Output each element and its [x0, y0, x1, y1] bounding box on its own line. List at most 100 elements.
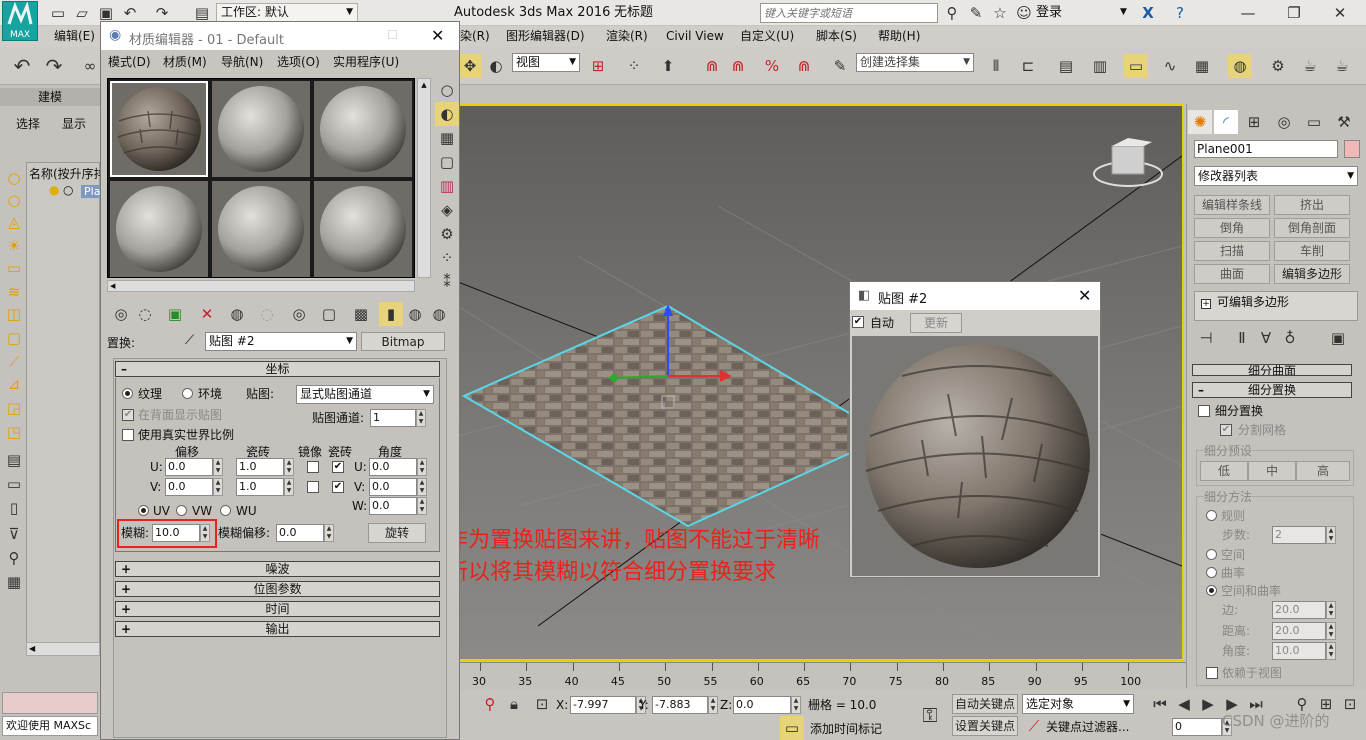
display-menu[interactable]: 显示: [62, 116, 86, 132]
get-material-icon[interactable]: ◎: [109, 302, 133, 326]
goto-start-icon[interactable]: ⏮: [1148, 692, 1172, 716]
me-menu-navigation[interactable]: 导航(N): [221, 54, 263, 70]
close-icon[interactable]: ✕: [431, 26, 444, 45]
material-nav-icon[interactable]: ⁑: [435, 270, 459, 294]
stack-item[interactable]: + 可编辑多边形: [1197, 294, 1355, 310]
v-offset-field[interactable]: 0.0: [165, 478, 213, 496]
v-tile-checkbox[interactable]: ✔: [332, 481, 344, 493]
align-icon[interactable]: ⊏: [1016, 54, 1040, 78]
material-editor-icon[interactable]: ◍: [1228, 54, 1252, 78]
display-xrefs-icon[interactable]: ◲: [2, 396, 26, 420]
close-icon[interactable]: ✕: [1328, 1, 1352, 25]
bevel-profile-button[interactable]: 倒角剖面: [1274, 218, 1350, 238]
star-icon[interactable]: ☆: [988, 1, 1012, 25]
set-key-button[interactable]: 设置关键点: [952, 716, 1018, 736]
display-tab-icon[interactable]: ▭: [1302, 110, 1326, 134]
key-filter-icon[interactable]: ⟋: [1022, 714, 1046, 738]
edit-named-sel-icon[interactable]: ✎: [828, 54, 852, 78]
u-tiling-spinner[interactable]: ▲ ▼: [284, 458, 294, 476]
show-shaded-icon[interactable]: ▢: [317, 302, 341, 326]
v-offset-spinner[interactable]: ▲ ▼: [213, 478, 223, 496]
v-tiling-spinner[interactable]: ▲ ▼: [284, 478, 294, 496]
show-end-result-icon[interactable]: Ⅱ: [1230, 326, 1254, 350]
edge-spinner[interactable]: ▲ ▼: [1326, 601, 1336, 619]
material-id-icon[interactable]: ◎: [287, 302, 311, 326]
u-angle-field[interactable]: 0.0: [369, 458, 417, 476]
bitmap-params-rollout[interactable]: + 位图参数: [115, 581, 440, 597]
display-helpers-icon[interactable]: ≋: [2, 280, 26, 304]
steps-field[interactable]: 2: [1272, 526, 1326, 544]
view-dropdown[interactable]: 视图 ▼: [512, 53, 580, 72]
layer-view-icon[interactable]: ▭: [2, 472, 26, 496]
blur-offset-spinner[interactable]: ▲ ▼: [324, 524, 334, 542]
minimize-icon[interactable]: —: [1236, 1, 1260, 25]
surface-button[interactable]: 曲面: [1194, 264, 1270, 284]
u-mirror-checkbox[interactable]: [307, 461, 319, 473]
show-end-result-icon[interactable]: ▮: [379, 302, 403, 326]
layer-icon[interactable]: ▤: [1054, 54, 1078, 78]
eyedropper-icon[interactable]: ⟋: [185, 333, 194, 348]
x-coord-field[interactable]: -7.997: [570, 696, 636, 714]
expand-icon[interactable]: +: [1201, 299, 1211, 309]
preset-low-button[interactable]: 低: [1200, 461, 1248, 481]
prev-frame-icon[interactable]: ◀: [1172, 692, 1196, 716]
workspace-dropdown[interactable]: 工作区: 默认 ▼: [216, 3, 358, 22]
extrude-button[interactable]: 挤出: [1274, 195, 1350, 215]
display-particles-icon[interactable]: ⊿: [2, 372, 26, 396]
distance-spinner[interactable]: ▲ ▼: [1326, 622, 1336, 640]
me-menu-utilities[interactable]: 实用程序(U): [333, 54, 399, 70]
render-icon[interactable]: ☕: [1330, 54, 1354, 78]
v-mirror-checkbox[interactable]: [307, 481, 319, 493]
subdiv-disp-checkbox[interactable]: [1198, 405, 1210, 417]
sweep-button[interactable]: 扫描: [1194, 241, 1270, 261]
link-icon[interactable]: ∞: [78, 54, 102, 78]
show-map-icon[interactable]: ▩: [349, 302, 373, 326]
time-rollout[interactable]: + 时间: [115, 601, 440, 617]
menu-help[interactable]: 帮助(H): [878, 28, 920, 44]
v-tiling-field[interactable]: 1.0: [236, 478, 284, 496]
coordinates-rollout[interactable]: – 坐标: [115, 361, 440, 377]
schematic-icon[interactable]: ▦: [1190, 54, 1214, 78]
video-color-check-icon[interactable]: ▥: [435, 174, 459, 198]
map-name-dropdown[interactable]: 贴图 #2 ▼: [205, 332, 357, 351]
u-offset-field[interactable]: 0.0: [165, 458, 213, 476]
key-icon[interactable]: ⚿: [918, 703, 942, 727]
curvature-radio[interactable]: [1206, 567, 1217, 578]
display-lights-icon[interactable]: ☀: [2, 234, 26, 258]
spatial-radio[interactable]: [1206, 549, 1217, 560]
configure-sets-icon[interactable]: ▣: [1326, 326, 1350, 350]
sample-slot-2[interactable]: [212, 81, 310, 177]
auto-checkbox[interactable]: ✔: [852, 316, 864, 328]
lathe-button[interactable]: 车削: [1274, 241, 1350, 261]
restore-icon[interactable]: ❐: [1282, 1, 1306, 25]
spatial-curvature-radio[interactable]: [1206, 585, 1217, 596]
uv-tiling-icon[interactable]: ▢: [435, 150, 459, 174]
wu-radio[interactable]: [220, 505, 231, 516]
mapping-dropdown[interactable]: 显式贴图通道 ▼: [296, 385, 434, 404]
motion-tab-icon[interactable]: ◎: [1272, 110, 1296, 134]
light-bulb-icon[interactable]: ●: [49, 183, 59, 197]
selected-object-dropdown[interactable]: 选定对象 ▼: [1022, 694, 1134, 714]
snap-3d-icon[interactable]: ⋒: [700, 54, 724, 78]
blur-field[interactable]: 10.0: [152, 524, 200, 542]
scene-explorer-icon[interactable]: ▥: [1088, 54, 1112, 78]
regular-radio[interactable]: [1206, 510, 1217, 521]
angle-field[interactable]: 10.0: [1272, 642, 1326, 660]
uv-radio[interactable]: [138, 505, 149, 516]
use-real-world-checkbox[interactable]: [122, 429, 134, 441]
z-coord-spinner[interactable]: ▲ ▼: [791, 696, 801, 714]
steps-spinner[interactable]: ▲ ▼: [1326, 526, 1336, 544]
auto-key-button[interactable]: 自动关键点: [952, 694, 1018, 714]
ribbon-icon[interactable]: ▭: [1124, 54, 1148, 78]
map-channel-spinner[interactable]: ▲ ▼: [416, 409, 426, 427]
slots-hscrollbar[interactable]: ◀: [107, 280, 415, 292]
play-icon[interactable]: ▶: [1196, 692, 1220, 716]
menu-partial[interactable]: 染(R): [460, 28, 490, 44]
subdiv-disp-rollout[interactable]: – 细分置换: [1192, 382, 1352, 398]
timeline[interactable]: 30 35 40 45 50 55 60 65 70 75 80 85 90 95 100: [460, 662, 1186, 690]
put-to-scene-icon[interactable]: ◌: [133, 302, 157, 326]
partial-rollout[interactable]: 细分曲面: [1192, 364, 1352, 376]
list-header[interactable]: 名称(按升序排: [29, 165, 106, 182]
help-icon[interactable]: ?: [1168, 1, 1192, 25]
select-move-icon[interactable]: ✥: [458, 54, 482, 78]
